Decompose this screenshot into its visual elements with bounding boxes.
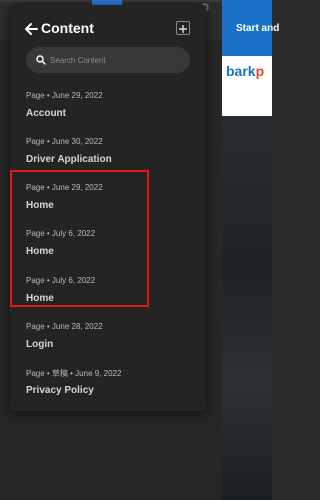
item-title: Driver Application (26, 154, 112, 165)
preview-header-text: Start and (236, 23, 280, 34)
search-icon (36, 55, 46, 65)
content-item-account[interactable]: Page • June 29, 2022 Account (10, 91, 206, 131)
item-meta: Page • June 29, 2022 (26, 183, 103, 192)
item-title: Account (26, 108, 66, 119)
search-field[interactable] (26, 47, 190, 73)
item-title: Home (26, 246, 54, 257)
preview-hero-image (222, 116, 272, 500)
item-meta: Page • June 28, 2022 (26, 322, 103, 331)
item-meta: Page • 草稿 • June 9, 2022 (26, 369, 122, 378)
item-meta: Page • July 6, 2022 (26, 276, 96, 285)
content-item-login[interactable]: Page • June 28, 2022 Login (10, 322, 206, 362)
back-button[interactable] (24, 21, 38, 37)
search-input[interactable] (50, 47, 184, 73)
logo-prefix: bark (226, 63, 256, 79)
item-title: Privacy Policy (26, 385, 94, 396)
item-title: Home (26, 200, 54, 211)
content-item-driver-application[interactable]: Page • June 30, 2022 Driver Application (10, 137, 206, 177)
item-title: Home (26, 293, 54, 304)
panel-title: Content (41, 20, 94, 36)
item-meta: Page • June 30, 2022 (26, 137, 103, 146)
content-item-home-3[interactable]: Page • July 6, 2022 Home (10, 276, 206, 316)
item-meta: Page • June 29, 2022 (26, 91, 103, 100)
logo-suffix: p (255, 63, 265, 79)
item-meta: Page • July 6, 2022 (26, 229, 96, 238)
plus-icon (179, 25, 187, 33)
panel-header: Content (10, 19, 206, 41)
content-panel: Content Page • June 29, 2022 Account Pag… (10, 5, 206, 411)
content-item-home-2[interactable]: Page • July 6, 2022 Home (10, 229, 206, 269)
item-title: Login (26, 339, 54, 350)
content-item-home-1[interactable]: Page • June 29, 2022 Home (10, 183, 206, 223)
preview-logo: barkp (226, 63, 264, 79)
arrow-left-icon (25, 23, 38, 35)
content-item-privacy-policy[interactable]: Page • 草稿 • June 9, 2022 Privacy Policy (10, 368, 206, 408)
add-content-button[interactable] (176, 21, 190, 35)
